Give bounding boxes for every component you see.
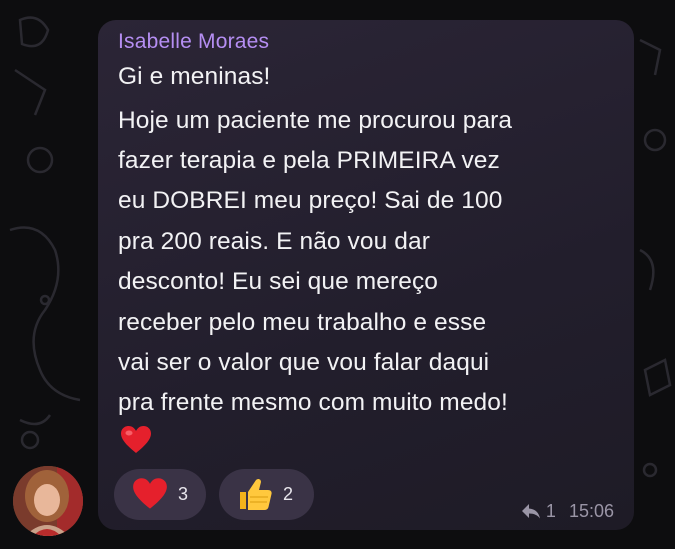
avatar-photo <box>13 466 83 536</box>
heart-emoji <box>121 426 151 453</box>
reaction-count: 2 <box>283 484 294 504</box>
reaction-thumbs-up[interactable]: 2 <box>219 469 314 520</box>
message-bubble[interactable]: Isabelle Moraes Gi e meninas! Hoje um pa… <box>98 20 634 530</box>
message-text-line: fazer terapia e pela PRIMEIRA vez <box>118 147 500 174</box>
avatar[interactable] <box>13 466 83 536</box>
reaction-count: 3 <box>178 484 189 504</box>
reaction-heart[interactable]: 3 <box>114 469 206 520</box>
message-text-line: Gi e meninas! <box>118 63 271 90</box>
message-time: 15:06 <box>568 500 614 521</box>
message-text-line: pra frente mesmo com muito medo! <box>118 389 508 416</box>
message-text-line: receber pelo meu trabalho e esse <box>118 309 487 336</box>
thumbs-up-icon <box>240 478 272 510</box>
message-meta: 1 15:06 <box>521 500 614 522</box>
message-text-line: Hoje um paciente me procurou para <box>118 107 513 134</box>
message-text-line: pra 200 reais. E não vou dar <box>118 228 430 255</box>
sender-name[interactable]: Isabelle Moraes <box>118 30 269 54</box>
message-text-line: eu DOBREI meu preço! Sai de 100 <box>118 187 503 214</box>
reply-count: 1 <box>545 500 556 521</box>
heart-icon <box>133 478 167 509</box>
message-text-line: desconto! Eu sei que mereço <box>118 268 439 295</box>
message-text-line: vai ser o valor que vou falar daqui <box>118 349 490 376</box>
reply-icon[interactable] <box>521 503 541 519</box>
